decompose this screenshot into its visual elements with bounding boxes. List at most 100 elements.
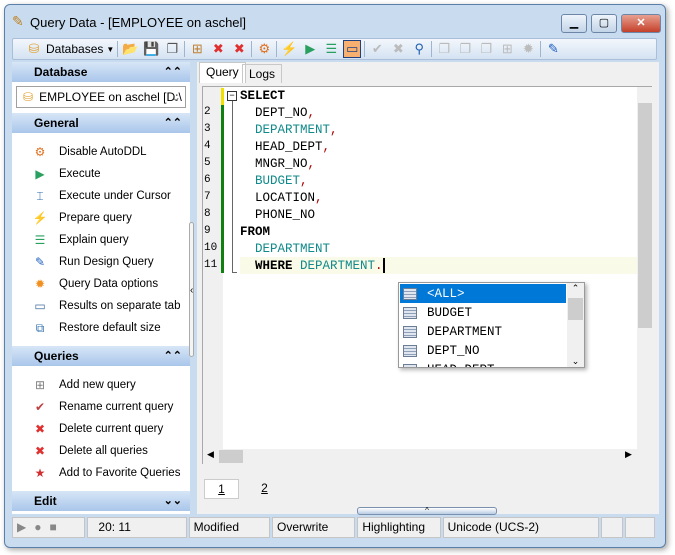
autocomplete-item[interactable]: HEAD_DEPT [400, 360, 566, 368]
edit-header[interactable]: Edit ⌄⌄ [12, 491, 190, 511]
code-token: DEPARTMENT [240, 242, 331, 256]
sidebar-item[interactable]: ▭ Results on separate tab [32, 296, 180, 316]
query-data-icon: ✎ [12, 13, 24, 29]
autocomplete-item[interactable]: <ALL> [400, 284, 566, 303]
paste-icon[interactable]: ❐ [456, 40, 474, 58]
search-icon[interactable]: ⚲ [410, 40, 428, 58]
horizontal-scrollbar[interactable]: ◀ ▶ [203, 449, 653, 464]
sidebar-item[interactable]: ⌶ Execute under Cursor [32, 186, 171, 206]
autocomplete-label: HEAD_DEPT [427, 363, 495, 368]
lightning-icon[interactable]: ⚡ [280, 40, 298, 58]
collapse-icon[interactable]: ⌃⌃ [164, 113, 182, 133]
refresh-icon[interactable]: ❐ [477, 40, 495, 58]
sidebar-item[interactable]: ★ Add to Favorite Queries [32, 463, 181, 483]
database-select[interactable]: ⛁ EMPLOYEE on aschel [D:\ ⌄ [16, 86, 186, 108]
collapse-icon[interactable]: ⌃⌃ [164, 62, 182, 82]
stop-icon[interactable]: ■ [49, 520, 64, 534]
sidebar-item[interactable]: ⚡ Prepare query [32, 208, 132, 228]
minimize-button[interactable]: ▁ [561, 14, 587, 33]
autocomplete-item[interactable]: DEPARTMENT [400, 322, 566, 341]
lightning-icon: ⚡ [32, 211, 48, 225]
collapse-icon[interactable]: ⌃⌃ [164, 346, 182, 366]
sidebar-item[interactable]: ⚙ Disable AutoDDL [32, 142, 147, 162]
sidebar-item-label: Execute under Cursor [59, 190, 171, 202]
sidebar-item-label: Results on separate tab [59, 300, 181, 312]
encoding-status: Unicode (UCS-2) [442, 517, 600, 538]
sidebar-item[interactable]: ☰ Explain query [32, 230, 129, 250]
macro-controls[interactable]: ▶●■ [12, 517, 86, 538]
chevron-down-icon[interactable]: ▼ [106, 45, 114, 54]
play-icon[interactable]: ▶ [17, 520, 34, 534]
result-tab-2[interactable]: 2 [247, 479, 282, 499]
sidebar-item[interactable]: ✔ Rename current query [32, 397, 173, 417]
sidebar-item-label: Rename current query [59, 401, 174, 413]
sidebar-item[interactable]: ⊞ Add new query [32, 375, 136, 395]
scroll-thumb[interactable] [638, 103, 652, 328]
separator [117, 41, 119, 57]
separate-tab-icon: ▭ [34, 299, 46, 313]
separator [251, 41, 253, 57]
sidebar-item[interactable]: ⧉ Restore default size [32, 318, 161, 338]
line-number: 3 [204, 123, 211, 135]
databases-dropdown[interactable]: Databases [46, 42, 103, 56]
sidebar-item[interactable]: ✖ Delete all queries [32, 441, 148, 461]
rollback-icon[interactable]: ✖ [389, 40, 407, 58]
field-table-icon [403, 363, 417, 367]
autocomplete-item[interactable]: DEPT_NO [400, 341, 566, 360]
scroll-down-icon[interactable]: ⌄ [567, 356, 584, 367]
separator [184, 41, 186, 57]
sidebar-item[interactable]: ✹ Query Data options [32, 274, 158, 294]
record-icon[interactable]: ● [34, 520, 49, 534]
sidebar-item[interactable]: ✖ Delete current query [32, 419, 163, 439]
delete-query-icon[interactable]: ✖ [209, 40, 227, 58]
general-header[interactable]: General ⌃⌃ [12, 113, 190, 133]
database-header[interactable]: Database ⌃⌃ [12, 62, 190, 82]
add-query-icon[interactable]: ⊞ [188, 40, 206, 58]
header-label: Database [34, 65, 88, 79]
explain-icon[interactable]: ☰ [322, 40, 340, 58]
queries-header[interactable]: Queries ⌃⌃ [12, 346, 190, 366]
scroll-up-icon[interactable]: ⌃ [567, 283, 584, 294]
gear-icon[interactable]: ✹ [519, 40, 537, 58]
delete-all-icon: ✖ [34, 444, 46, 458]
autoddl-icon[interactable]: ⚙ [255, 40, 273, 58]
save-all-icon[interactable]: ❐ [163, 40, 181, 58]
commit-icon[interactable]: ✔ [368, 40, 386, 58]
tab-query[interactable]: Query [199, 62, 246, 83]
design-query-icon[interactable]: ✎ [544, 40, 562, 58]
close-button[interactable]: ✕ [621, 14, 661, 33]
copy-icon[interactable]: ❐ [435, 40, 453, 58]
open-icon[interactable]: 📂 [121, 40, 139, 58]
separate-tab-icon[interactable]: ▭ [343, 40, 362, 58]
fold-toggle-icon[interactable]: − [227, 91, 237, 101]
scroll-left-icon[interactable]: ◀ [207, 449, 214, 460]
delete-all-icon[interactable]: ✖ [230, 40, 248, 58]
sidebar-item[interactable]: ✎ Run Design Query [32, 252, 154, 272]
scroll-right-icon[interactable]: ▶ [625, 449, 632, 460]
scroll-thumb[interactable] [568, 298, 583, 320]
code-line: LOCATION, [240, 190, 323, 207]
field-table-icon [403, 306, 417, 319]
sql-editor[interactable]: − SELECT 2 DEPT_NO, 3 DEPARTMENT, 4 HEAD_DE… [202, 86, 653, 464]
add-icon[interactable]: ⊞ [498, 40, 516, 58]
execute-cursor-icon: ⌶ [36, 188, 44, 203]
scroll-thumb[interactable] [219, 450, 243, 463]
code-token: , [322, 140, 331, 154]
highlighting-status: Highlighting [357, 517, 441, 538]
vertical-scrollbar[interactable] [637, 87, 653, 449]
tab-logs[interactable]: Logs [242, 64, 283, 83]
maximize-button[interactable]: ▢ [591, 14, 617, 33]
save-icon[interactable]: 💾 [142, 40, 160, 58]
expand-icon[interactable]: ⌄⌄ [164, 491, 182, 511]
collapse-sidebar-icon[interactable]: ‹ [190, 285, 193, 296]
resize-grip[interactable] [625, 517, 655, 538]
splitter-handle[interactable]: ^ [357, 507, 497, 515]
execute-icon[interactable]: ▶ [301, 40, 319, 58]
sidebar-item[interactable]: ▶ Execute [32, 164, 100, 184]
autocomplete-item[interactable]: BUDGET [400, 303, 566, 322]
code-token: LOCATION [240, 191, 316, 205]
header-label: General [34, 116, 79, 130]
result-tab-1[interactable]: 1 [204, 479, 239, 499]
design-query-icon: ✎ [34, 255, 46, 269]
autocomplete-scrollbar[interactable]: ⌃ ⌄ [567, 283, 584, 367]
